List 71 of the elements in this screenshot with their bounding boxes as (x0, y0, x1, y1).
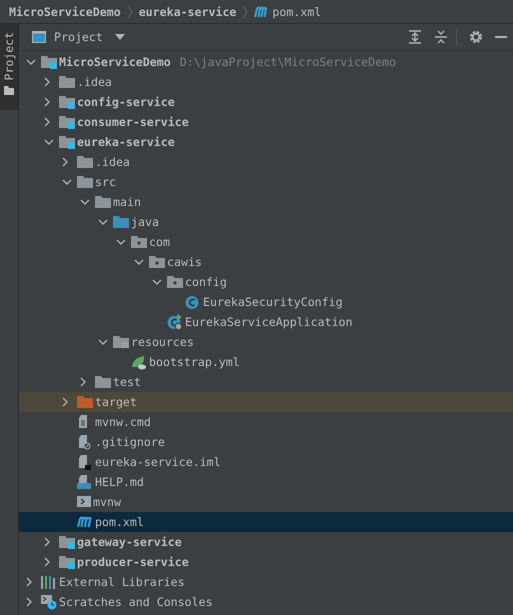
settings-icon[interactable] (469, 30, 483, 44)
class-icon (185, 294, 201, 310)
leaf-icon (131, 354, 147, 370)
folder-icon (131, 235, 147, 249)
tree-item[interactable]: mvnw (93, 495, 121, 509)
folder-icon (149, 255, 165, 269)
folder-icon (59, 135, 75, 149)
collapse-all-icon[interactable] (434, 30, 448, 44)
path-label: D:\javaProject\MicroServiceDemo (180, 55, 396, 69)
tree-item[interactable]: config (185, 275, 227, 289)
tree-item[interactable]: External Libraries (59, 575, 185, 589)
folder-icon (77, 155, 93, 169)
window-icon (32, 31, 46, 43)
tree-item[interactable]: consumer-service (77, 115, 189, 129)
run-class-icon (167, 314, 183, 330)
tree-item[interactable]: mvnw.cmd (95, 415, 151, 429)
tree-item[interactable]: target (95, 395, 137, 409)
tree-item[interactable]: bootstrap.yml (149, 355, 240, 369)
tree-item[interactable]: main (113, 195, 141, 209)
tree-item[interactable]: test (113, 375, 141, 389)
breadcrumb-item[interactable]: MicroServiceDemo (9, 4, 121, 18)
folder-icon (113, 215, 129, 229)
maven-icon (77, 516, 93, 528)
file-icon (77, 474, 93, 490)
folder-icon (59, 95, 75, 109)
terminal-icon (77, 496, 91, 508)
tree-item[interactable]: Scratches and Consoles (59, 595, 213, 609)
tree-item[interactable]: EurekaServiceApplication (185, 315, 353, 329)
maven-icon (254, 6, 268, 18)
folder-icon (59, 75, 75, 89)
expand-all-icon[interactable] (408, 30, 422, 44)
file-icon (77, 434, 93, 450)
folder-icon (77, 175, 93, 189)
tree-item[interactable]: resources (131, 335, 194, 349)
project-tab[interactable]: Project (0, 24, 18, 110)
caret-icon (114, 34, 125, 40)
folder-icon (59, 555, 75, 569)
tree-item[interactable]: producer-service (77, 555, 189, 569)
folder-icon (59, 115, 75, 129)
folder-icon (167, 275, 183, 289)
tree-item[interactable]: MicroServiceDemo (59, 55, 171, 69)
tree-item[interactable]: .idea (95, 155, 130, 169)
folder-icon (95, 375, 111, 389)
tree-item[interactable]: pom.xml (95, 515, 144, 529)
chevron-icon (126, 4, 133, 18)
tree-item[interactable]: src (95, 175, 116, 189)
scratches-icon (41, 594, 57, 610)
breadcrumb-item[interactable]: pom.xml (272, 4, 322, 18)
view-dropdown[interactable]: Project (54, 30, 125, 44)
minimize-icon[interactable] (495, 35, 507, 39)
tree-item[interactable]: com (149, 235, 170, 249)
tree-item[interactable]: .gitignore (95, 435, 165, 449)
folder-icon (113, 335, 129, 349)
breadcrumb-item[interactable]: eureka-service (138, 4, 236, 18)
folder-icon (41, 55, 57, 69)
file-icon (77, 454, 93, 470)
tree-item[interactable]: EurekaSecurityConfig (203, 295, 343, 309)
tree-item[interactable]: eureka-service.iml (95, 455, 221, 469)
tree-item[interactable]: eureka-service (77, 135, 175, 149)
folder-icon (95, 195, 111, 209)
folder-icon (59, 535, 75, 549)
tree-item[interactable]: config-service (77, 95, 175, 109)
tree-item[interactable]: HELP.md (95, 475, 144, 489)
chevron-icon (242, 4, 248, 18)
tree-item[interactable]: gateway-service (77, 535, 182, 549)
tree-item[interactable]: cawis (167, 255, 202, 269)
folder-icon (77, 395, 93, 409)
tree-item[interactable]: .idea (77, 75, 112, 89)
tree-item[interactable]: java (131, 215, 159, 229)
libraries-icon (41, 575, 57, 589)
folder-icon (4, 86, 14, 96)
